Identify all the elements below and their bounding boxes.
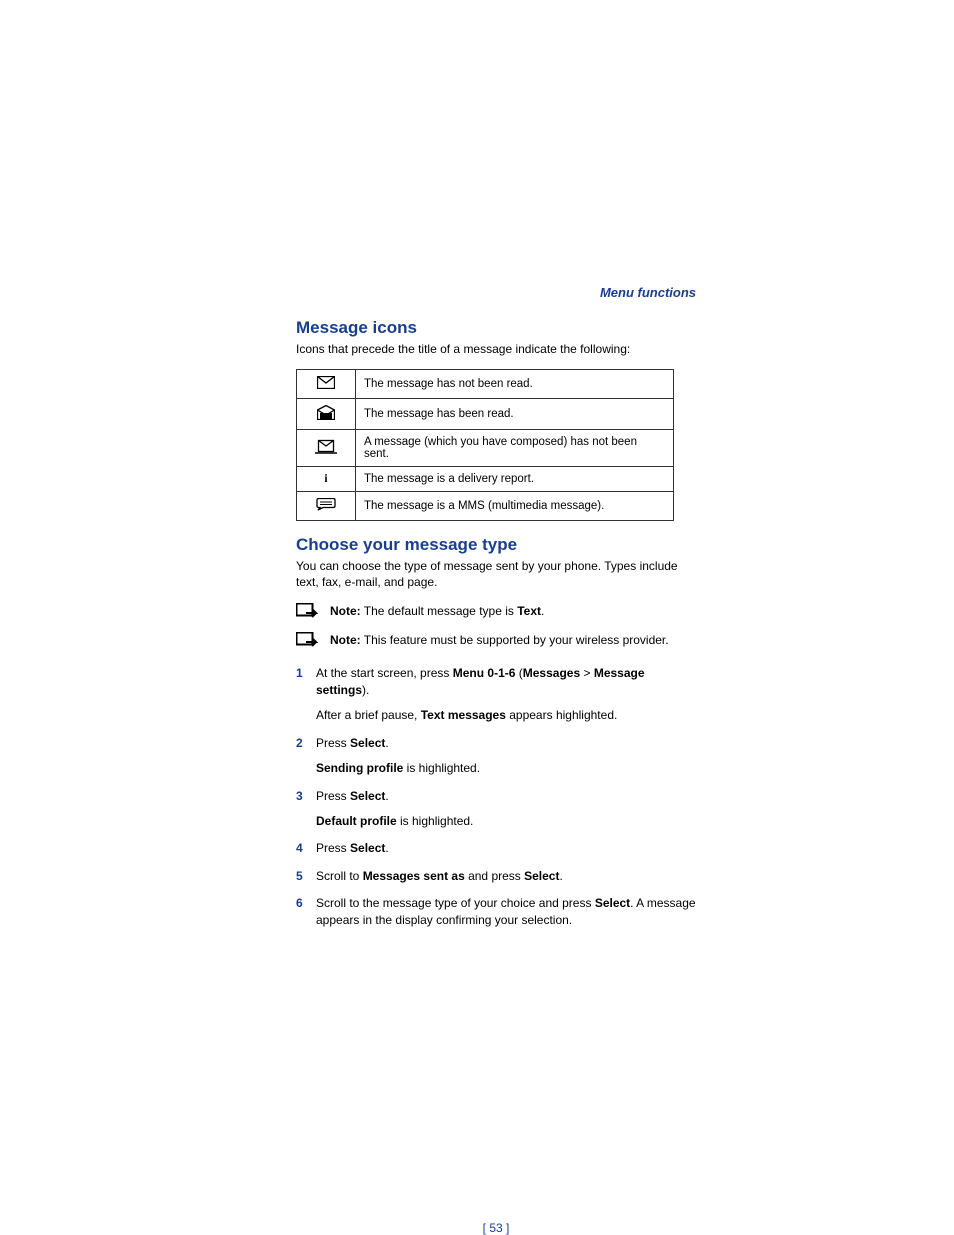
note-text: Note: The default message type is Text.	[330, 603, 544, 620]
table-row: A message (which you have composed) has …	[297, 430, 674, 467]
note-block: Note: The default message type is Text.	[296, 603, 696, 626]
table-row: The message has been read.	[297, 399, 674, 430]
step-item: Press Select. Default profile is highlig…	[296, 788, 696, 831]
section-intro: You can choose the type of message sent …	[296, 558, 696, 590]
step-item: Press Select. Sending profile is highlig…	[296, 735, 696, 778]
step-item: Press Select.	[296, 840, 696, 857]
table-row: i The message is a delivery report.	[297, 467, 674, 492]
envelope-closed-icon	[297, 370, 356, 399]
envelope-open-icon	[297, 399, 356, 430]
section-heading-choose-type: Choose your message type	[296, 535, 696, 555]
note-icon	[296, 603, 320, 626]
mms-bubble-icon	[297, 492, 356, 521]
step-item: Scroll to Messages sent as and press Sel…	[296, 868, 696, 885]
info-i-icon: i	[297, 467, 356, 492]
note-icon	[296, 632, 320, 655]
envelope-draft-icon	[297, 430, 356, 467]
document-page: Menu functions Message icons Icons that …	[296, 285, 696, 940]
page-number: [ 53 ]	[296, 1221, 696, 1235]
icon-description: The message has been read.	[356, 399, 674, 430]
message-icons-table: The message has not been read. The messa…	[296, 369, 674, 521]
table-row: The message is a MMS (multimedia message…	[297, 492, 674, 521]
icon-description: The message is a MMS (multimedia message…	[356, 492, 674, 521]
table-row: The message has not been read.	[297, 370, 674, 399]
steps-list: At the start screen, press Menu 0-1-6 (M…	[296, 665, 696, 930]
section-heading-message-icons: Message icons	[296, 318, 696, 338]
breadcrumb: Menu functions	[296, 285, 696, 300]
note-block: Note: This feature must be supported by …	[296, 632, 696, 655]
icon-description: The message is a delivery report.	[356, 467, 674, 492]
icon-description: A message (which you have composed) has …	[356, 430, 674, 467]
step-item: At the start screen, press Menu 0-1-6 (M…	[296, 665, 696, 725]
step-item: Scroll to the message type of your choic…	[296, 895, 696, 930]
section-intro: Icons that precede the title of a messag…	[296, 341, 696, 357]
note-text: Note: This feature must be supported by …	[330, 632, 669, 649]
icon-description: The message has not been read.	[356, 370, 674, 399]
